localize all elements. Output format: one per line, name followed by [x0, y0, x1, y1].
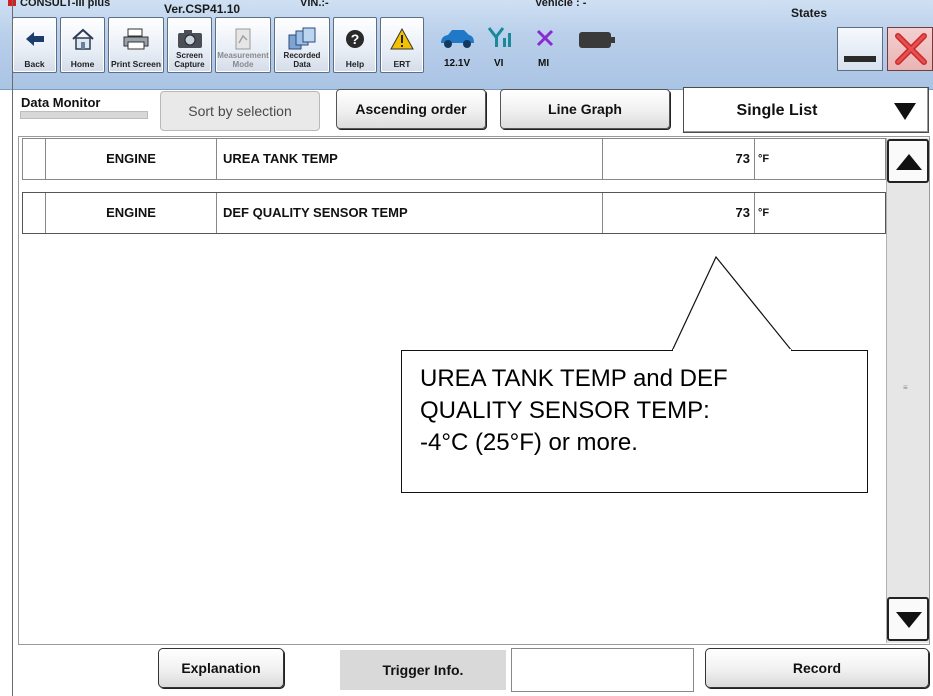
view-mode-select[interactable]: Single List [683, 87, 929, 133]
row-unit: °F [758, 153, 770, 165]
home-button[interactable]: Home [60, 17, 105, 73]
home-icon [61, 25, 104, 53]
data-monitor-title: Data Monitor [21, 95, 101, 110]
ert-button[interactable]: ERT [380, 17, 424, 73]
annotation-callout: UREA TANK TEMP and DEF QUALITY SENSOR TE… [401, 350, 868, 493]
trigger-info-field[interactable] [511, 648, 694, 692]
scroll-grip-icon: ≡ [903, 383, 908, 392]
view-mode-value: Single List [736, 102, 818, 119]
table-row[interactable]: ENGINE DEF QUALITY SENSOR TEMP 73 °F [22, 192, 886, 234]
measurement-mode-button[interactable]: Measurement Mode [215, 17, 271, 73]
minimize-button[interactable] [837, 27, 883, 71]
row-item-name: DEF QUALITY SENSOR TEMP [217, 193, 603, 233]
recorded-data-label: Recorded Data [283, 51, 321, 69]
line-graph-button[interactable]: Line Graph [500, 89, 670, 129]
recorded-data-icon [275, 25, 329, 53]
record-button[interactable]: Record [705, 648, 929, 688]
row-item-name: UREA TANK TEMP [217, 139, 603, 179]
record-label: Record [792, 660, 842, 676]
vi-label: VI [494, 58, 504, 69]
vin-label: VIN.:- [300, 0, 329, 9]
app-title: CONSULT-III plus [20, 0, 111, 9]
sort-by-selection-label: Sort by selection [188, 103, 292, 119]
mi-x-icon [535, 28, 555, 53]
signal-icon [487, 26, 514, 53]
voltage-label: 12.1V [444, 58, 471, 69]
chevron-down-icon [894, 103, 916, 120]
table-row[interactable]: ENGINE UREA TANK TEMP 73 °F [22, 138, 886, 180]
close-icon [895, 33, 927, 70]
ascending-order-label: Ascending order [355, 101, 467, 117]
measurement-mode-label: Measurement Mode [217, 51, 269, 69]
callout-line-3: -4°C (25°F) or more. [420, 429, 638, 456]
ert-label: ERT [393, 59, 411, 69]
version-label: Ver.CSP41.10 [164, 2, 241, 16]
triangle-down-icon [896, 612, 922, 628]
back-arrow-icon [13, 25, 56, 53]
trigger-info-label: Trigger Info. [340, 650, 506, 690]
recorded-data-button[interactable]: Recorded Data [274, 17, 330, 73]
help-icon: ? [334, 25, 376, 53]
print-screen-button[interactable]: Print Screen [108, 17, 164, 73]
close-button[interactable] [887, 27, 933, 71]
mi-label: MI [538, 58, 550, 69]
car-icon [438, 28, 476, 55]
vehicle-label: Vehicle : - [535, 0, 587, 9]
print-screen-label: Print Screen [110, 59, 162, 69]
row-selector[interactable] [23, 139, 46, 179]
row-system: ENGINE [46, 193, 217, 233]
ascending-order-button[interactable]: Ascending order [336, 89, 486, 129]
row-unit: °F [758, 207, 770, 219]
screen-capture-button[interactable]: Screen Capture [167, 17, 212, 73]
sort-by-selection-button[interactable]: Sort by selection [160, 91, 320, 131]
camera-icon [168, 25, 211, 53]
callout-pointer-joint [673, 349, 791, 352]
back-label: Back [24, 59, 45, 69]
help-label: Help [345, 59, 365, 69]
row-value: 73 [603, 193, 755, 233]
warning-icon [381, 25, 423, 53]
battery-icon [578, 30, 616, 55]
back-button[interactable]: Back [12, 17, 57, 73]
measurement-icon [216, 25, 270, 53]
row-value: 73 [603, 139, 755, 179]
callout-line-2: QUALITY SENSOR TEMP: [420, 397, 710, 424]
states-label: States [791, 6, 828, 20]
screen-capture-label: Screen Capture [174, 51, 205, 69]
minimize-icon [844, 56, 876, 62]
home-label: Home [70, 59, 95, 69]
svg-text:?: ? [351, 31, 360, 47]
window-left-edge [12, 0, 13, 696]
trigger-info-text: Trigger Info. [382, 662, 464, 678]
line-graph-label: Line Graph [548, 101, 622, 117]
row-selector[interactable] [23, 193, 46, 233]
help-button[interactable]: ? Help [333, 17, 377, 73]
scroll-down-button[interactable] [887, 597, 929, 641]
printer-icon [109, 25, 163, 53]
explanation-button[interactable]: Explanation [158, 648, 284, 688]
triangle-up-icon [896, 154, 922, 170]
row-system: ENGINE [46, 139, 217, 179]
scroll-up-button[interactable] [887, 139, 929, 183]
data-monitor-tab-underline [20, 111, 148, 119]
callout-line-1: UREA TANK TEMP and DEF [420, 365, 728, 392]
title-toolbar: CONSULT-III plus Ver.CSP41.10 VIN.:- Veh… [0, 0, 933, 90]
explanation-label: Explanation [181, 660, 261, 676]
